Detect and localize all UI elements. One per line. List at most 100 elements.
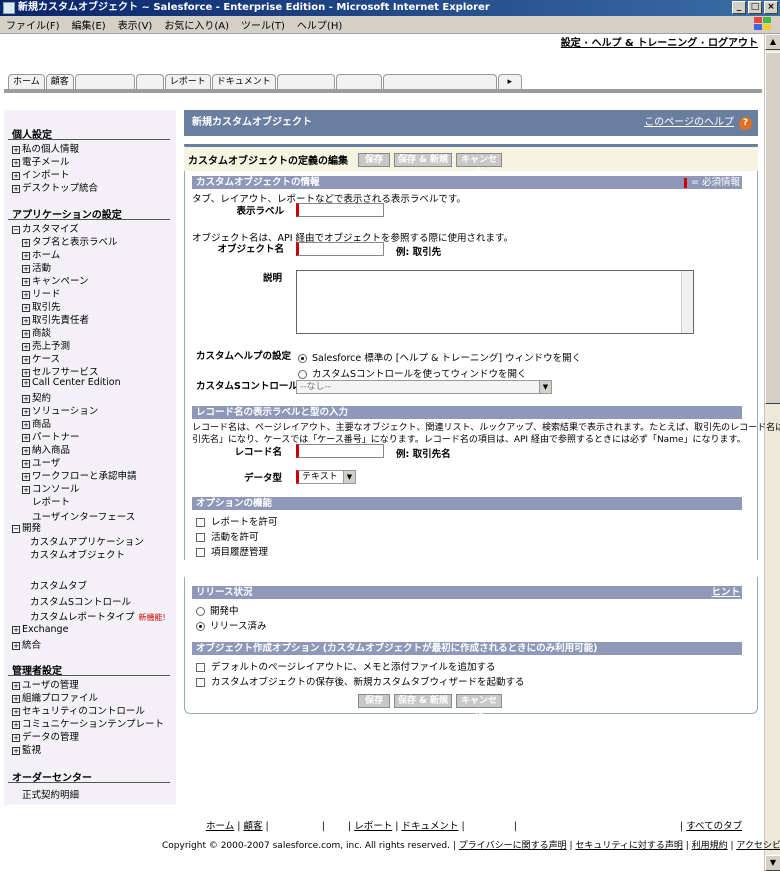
- vertical-scrollbar[interactable]: ▲ ▼: [764, 34, 780, 871]
- object-name-input[interactable]: [296, 242, 384, 256]
- hint-link[interactable]: ヒント: [711, 586, 740, 599]
- sidebar-item-customize-sub[interactable]: + 納入商品: [22, 442, 70, 456]
- tab-more-arrow[interactable]: ▸: [497, 74, 522, 90]
- sidebar-item-customize-sub[interactable]: + ユーザ: [22, 455, 60, 469]
- sidebar-item-develop[interactable]: − 開発: [12, 520, 41, 534]
- help-option-scontrol[interactable]: カスタムSコントロールを使ってウィンドウを開く: [298, 366, 527, 380]
- sidebar-item-customize-sub[interactable]: + 商談: [22, 325, 51, 339]
- sidebar-item-ui[interactable]: ユーザインターフェース: [32, 509, 135, 523]
- minimize-button[interactable]: _: [732, 1, 746, 14]
- help-option-standard[interactable]: Salesforce 標準の [ヘルプ & トレーニング] ウィンドウを開く: [298, 350, 581, 364]
- menu-edit[interactable]: 編集(E): [72, 17, 106, 32]
- radio-selected-icon[interactable]: [196, 622, 205, 631]
- textarea-scrollbar[interactable]: [681, 271, 693, 333]
- menu-help[interactable]: ヘルプ(H): [297, 17, 342, 32]
- help-link[interactable]: このページのヘルプ: [644, 110, 734, 136]
- sidebar-item-customize-sub[interactable]: + 売上予測: [22, 338, 70, 352]
- sidebar-item-customize-sub[interactable]: + リード: [22, 286, 61, 300]
- sidebar-item-customize[interactable]: − カスタマイズ: [12, 221, 79, 235]
- sidebar-item-custom-scontrols[interactable]: カスタムSコントロール: [30, 594, 131, 608]
- sidebar-item-customize-sub[interactable]: + 契約: [22, 390, 51, 404]
- tab-home[interactable]: ホーム: [8, 74, 45, 90]
- sidebar-item-exchange[interactable]: + Exchange: [12, 624, 68, 635]
- menu-view[interactable]: 表示(V): [118, 17, 153, 32]
- radio-selected-icon[interactable]: [298, 354, 307, 363]
- sidebar-item-customize-sub[interactable]: + Call Center Edition: [22, 377, 121, 388]
- maximize-button[interactable]: □: [748, 1, 762, 14]
- cancel-button-bottom[interactable]: キャンセル: [456, 694, 502, 718]
- close-button[interactable]: ×: [764, 1, 778, 14]
- sidebar-item-customize-sub[interactable]: + ソリューション: [22, 403, 98, 417]
- checkbox-icon[interactable]: [196, 533, 205, 542]
- save-new-button-top[interactable]: 保存 & 新規: [394, 153, 452, 167]
- footer-link-accounts[interactable]: 顧客: [243, 821, 262, 832]
- footer-link-home[interactable]: ホーム: [206, 821, 234, 832]
- sidebar-item-admin[interactable]: + 組織プロファイル: [12, 690, 98, 704]
- help-icon[interactable]: ?: [739, 117, 752, 130]
- sidebar-item-contract[interactable]: 正式契約明細: [22, 787, 79, 801]
- data-type-select[interactable]: テキスト ▼: [296, 470, 356, 484]
- tab-blank-3[interactable]: [276, 74, 335, 90]
- sidebar-item-customize-sub[interactable]: + キャンペーン: [22, 273, 89, 287]
- scroll-up-icon[interactable]: ▲: [765, 34, 780, 50]
- save-button-top[interactable]: 保存: [358, 153, 390, 167]
- sidebar-item-customize-sub[interactable]: + ワークフローと承認申請: [22, 468, 137, 482]
- sidebar-item-customize-sub[interactable]: + タブ名と表示ラベル: [22, 234, 118, 248]
- footer-accessibility-link[interactable]: アクセシビリティ: [736, 841, 780, 851]
- checkbox-icon[interactable]: [196, 678, 205, 687]
- scroll-thumb[interactable]: [765, 52, 780, 404]
- sidebar-item-import[interactable]: + インポート: [12, 167, 70, 181]
- sidebar-item-admin[interactable]: + 監視: [12, 742, 41, 756]
- radio-icon[interactable]: [196, 607, 205, 616]
- sidebar-item-customize-sub[interactable]: + セルフサービス: [22, 364, 99, 378]
- tab-accounts[interactable]: 顧客: [45, 74, 74, 90]
- sidebar-item-customize-sub[interactable]: + 取引先責任者: [22, 312, 89, 326]
- top-links[interactable]: 設定 · ヘルプ & トレーニング · ログアウト: [561, 34, 758, 49]
- tab-reports[interactable]: レポート: [164, 74, 211, 90]
- tab-blank-4[interactable]: [335, 74, 382, 90]
- menu-file[interactable]: ファイル(F): [6, 17, 60, 32]
- footer-terms-link[interactable]: 利用規約: [692, 841, 728, 851]
- sidebar-item-customize-sub[interactable]: + 活動: [22, 260, 51, 274]
- checkbox-icon[interactable]: [196, 548, 205, 557]
- allow-activities-option[interactable]: 活動を許可: [196, 529, 259, 543]
- footer-privacy-link[interactable]: プライバシーに関する声明: [459, 841, 567, 851]
- label-input[interactable]: [296, 203, 384, 217]
- sidebar-item-customize-sub[interactable]: + コンソール: [22, 481, 80, 495]
- sidebar-item-desktop[interactable]: + デスクトップ統合: [12, 180, 98, 194]
- sidebar-item-integrate[interactable]: + 統合: [12, 637, 41, 651]
- field-history-option[interactable]: 項目履歴管理: [196, 544, 268, 558]
- description-textarea[interactable]: [296, 270, 694, 334]
- allow-reports-option[interactable]: レポートを許可: [196, 514, 278, 528]
- sidebar-item-reports[interactable]: レポート: [32, 494, 70, 508]
- footer-link-reports[interactable]: レポート: [354, 821, 392, 832]
- sidebar-item-admin[interactable]: + ユーザの管理: [12, 677, 79, 691]
- tab-blank-5[interactable]: [382, 74, 497, 90]
- footer-link-documents[interactable]: ドキュメント: [401, 821, 458, 832]
- checkbox-icon[interactable]: [196, 663, 205, 672]
- add-notes-option[interactable]: デフォルトのページレイアウトに、メモと添付ファイルを追加する: [196, 659, 496, 673]
- launch-tab-wizard-option[interactable]: カスタムオブジェクトの保存後、新規カスタムタブウィザードを起動する: [196, 674, 525, 688]
- sidebar-item-custom-report-types[interactable]: カスタムレポートタイプ 新機能!: [30, 609, 166, 623]
- sidebar-item-personal-info[interactable]: + 私の個人情報: [12, 141, 79, 155]
- tab-blank-2[interactable]: [135, 74, 164, 90]
- footer-link-all-tabs[interactable]: すべてのタブ: [686, 821, 742, 832]
- save-button-bottom[interactable]: 保存: [358, 694, 390, 708]
- status-deployed[interactable]: リリース済み: [196, 618, 267, 632]
- sidebar-item-custom-apps[interactable]: カスタムアプリケーション: [30, 534, 144, 548]
- tab-documents[interactable]: ドキュメント: [211, 74, 276, 90]
- radio-icon[interactable]: [298, 370, 307, 379]
- status-in-development[interactable]: 開発中: [196, 603, 239, 617]
- tab-blank-1[interactable]: [74, 74, 135, 90]
- record-name-input[interactable]: [296, 444, 384, 458]
- sidebar-item-customize-sub[interactable]: + ケース: [22, 351, 60, 365]
- sidebar-item-custom-objects[interactable]: カスタムオブジェクト: [30, 547, 125, 561]
- cancel-button-top[interactable]: キャンセル: [456, 153, 502, 177]
- sidebar-item-email[interactable]: + 電子メール: [12, 154, 70, 168]
- sidebar-item-admin[interactable]: + データの管理: [12, 729, 79, 743]
- menu-favorites[interactable]: お気に入り(A): [164, 17, 229, 32]
- scroll-down-icon[interactable]: ▼: [765, 855, 780, 871]
- sidebar-item-customize-sub[interactable]: + パートナー: [22, 429, 80, 443]
- menu-tools[interactable]: ツール(T): [241, 17, 285, 32]
- footer-security-link[interactable]: セキュリティに対する声明: [575, 841, 682, 851]
